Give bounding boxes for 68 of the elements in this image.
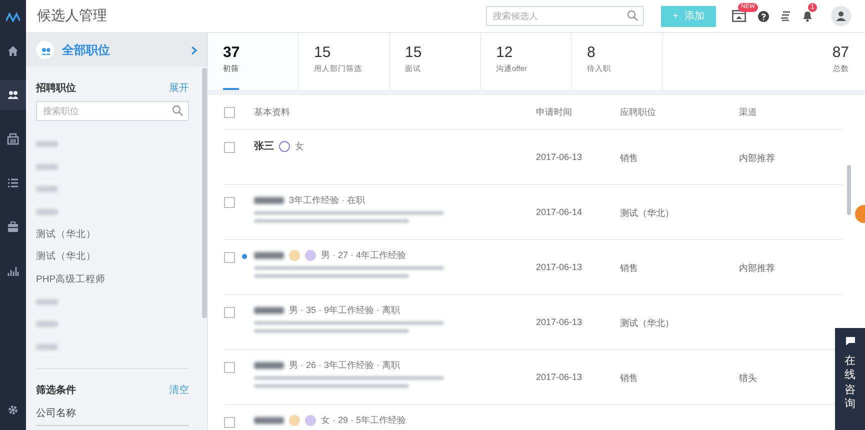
candidate-info: 3年工作经验 · 在职	[289, 194, 366, 207]
row-checkbox[interactable]	[224, 417, 235, 428]
column-header: 基本资料	[254, 106, 291, 118]
people-icon	[40, 46, 50, 54]
position-cell-text: 测试（华北）	[620, 207, 675, 220]
row-checkbox[interactable]	[224, 252, 235, 263]
section-title: 招聘职位	[36, 82, 76, 95]
date-cell-text: 2017-06-14	[536, 206, 584, 217]
help-icon[interactable]	[758, 10, 769, 22]
job-item[interactable]: 测试（华北）	[36, 228, 96, 241]
page-title: 候选人管理	[37, 7, 108, 25]
candidate-info: 男 · 26 · 3年工作经验 · 离职	[289, 359, 400, 372]
window-icon[interactable]	[732, 10, 746, 22]
position-cell-text: 测试（华北）	[620, 317, 675, 330]
search-icon	[627, 10, 638, 21]
list-icon	[7, 177, 19, 189]
avatar[interactable]	[831, 6, 851, 26]
job-item[interactable]: PHP高级工程师	[36, 272, 106, 286]
stack-icon[interactable]	[781, 11, 790, 21]
column-header: 渠道	[739, 106, 758, 118]
candidate-info: 男 · 27 · 4年工作经验	[321, 249, 406, 262]
candidate-info: 男 · 35 · 9年工作经验 · 离职	[289, 304, 400, 317]
candidate-name[interactable]: 张三	[254, 139, 274, 153]
blurred-name	[254, 307, 284, 314]
chevron-right-icon	[191, 46, 197, 54]
column-header: 申请时间	[536, 106, 573, 118]
filter-label: 公司名称	[36, 406, 189, 426]
scrollbar[interactable]	[847, 165, 851, 215]
channel-cell-text: 内部推荐	[739, 262, 776, 275]
bell-icon[interactable]	[802, 10, 813, 22]
position-cell-text: 销售	[620, 372, 639, 385]
candidate-info: 女	[295, 140, 304, 152]
logo-icon	[6, 12, 20, 22]
scrollbar[interactable]	[202, 68, 207, 318]
row-checkbox[interactable]	[224, 142, 235, 153]
settings-icon[interactable]	[7, 404, 19, 416]
position-cell-text: 销售	[620, 262, 639, 275]
building-icon	[7, 133, 19, 145]
date-cell-text: 2017-06-13	[536, 151, 584, 162]
search-field[interactable]: 搜索候选人	[486, 6, 644, 26]
chart-icon	[7, 265, 19, 277]
date-cell-text: 2017-06-13	[536, 261, 584, 272]
home-icon	[7, 45, 19, 57]
candidate-info: 女 · 29 · 5年工作经验	[321, 414, 406, 427]
job-search-field[interactable]: 搜索职位	[36, 101, 189, 121]
column-header: 应聘职位	[620, 106, 657, 118]
job-item[interactable]: 测试（华北）	[36, 250, 96, 264]
person-icon	[836, 11, 846, 21]
row-checkbox[interactable]	[224, 197, 235, 208]
select-all-checkbox[interactable]	[224, 106, 235, 118]
case-icon	[7, 221, 19, 233]
row-checkbox[interactable]	[224, 307, 235, 318]
channel-cell-text: 内部推荐	[739, 152, 776, 165]
section-title: 筛选条件	[36, 384, 76, 397]
date-cell-text: 2017-06-13	[536, 316, 584, 327]
chat-icon[interactable]	[844, 336, 856, 346]
channel-cell-text: 猎头	[739, 372, 758, 385]
search-icon	[172, 105, 183, 116]
blurred-name	[254, 197, 284, 204]
position-cell-text: 销售	[620, 152, 639, 165]
total-count: 87	[832, 44, 849, 61]
people-icon	[7, 89, 19, 101]
row-checkbox[interactable]	[224, 362, 235, 373]
date-cell-text: 2017-06-13	[536, 371, 584, 382]
nav-item[interactable]	[0, 80, 26, 110]
blurred-name	[254, 362, 284, 369]
blurred-name	[254, 252, 284, 259]
blurred-name	[254, 417, 284, 424]
